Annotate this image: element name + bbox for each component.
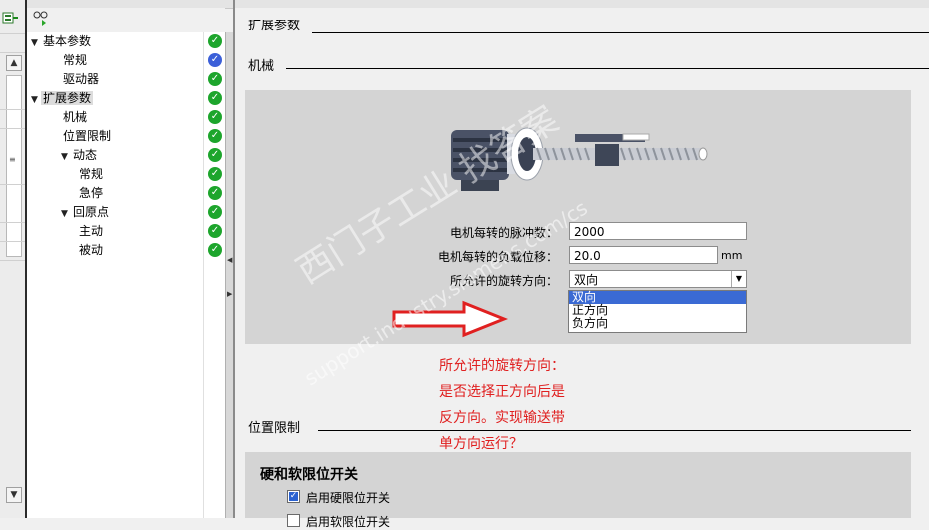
check-circle-icon: ✓ — [208, 34, 222, 48]
right-scrollbar[interactable] — [911, 90, 929, 518]
scroll-down-button[interactable]: ▼ — [6, 487, 22, 503]
check-circle-icon: ✓ — [208, 148, 222, 162]
check-circle-icon: ✓ — [208, 205, 222, 219]
tree-item-label: 基本参数 — [43, 34, 92, 48]
check-circle-icon: ✓ — [208, 243, 222, 257]
tree-item-label: 主动 — [79, 224, 104, 238]
tree-toolbar — [27, 8, 225, 32]
expand-arrow-icon[interactable]: ▼ — [61, 148, 71, 167]
section-title-mechanics: 机械 — [248, 59, 275, 74]
section-rule — [318, 430, 929, 431]
tree-item[interactable]: ▼ 基本参数 — [31, 32, 93, 51]
sw-limit-label: 启用软限位开关 — [306, 515, 391, 529]
check-circle-icon: ✓ — [208, 224, 222, 238]
network-icon[interactable] — [1, 10, 19, 28]
direction-dropdown-list: 双向 正方向 负方向 — [568, 290, 747, 333]
tree-item[interactable]: 常规 — [61, 51, 89, 70]
check-circle-icon: ✓ — [208, 72, 222, 86]
tree-item-label: 常规 — [79, 167, 104, 181]
status-column: ✓ ✓ ✓ ✓ ✓ ✓ ✓ ✓ ✓ ✓ ✓ ✓ — [203, 32, 226, 518]
device-view-icon[interactable] — [33, 10, 51, 28]
check-circle-icon: ✓ — [208, 186, 222, 200]
direction-option[interactable]: 负方向 — [569, 317, 746, 330]
tree-item[interactable]: 机械 — [61, 108, 89, 127]
hw-limit-checkbox[interactable]: ✓ — [287, 490, 300, 503]
annotation-line: 是否选择正方向后是 — [439, 384, 565, 400]
tree-item-label: 驱动器 — [63, 72, 100, 86]
direction-selected-value: 双向 — [574, 273, 599, 287]
tree-item[interactable]: 主动 — [77, 222, 105, 241]
tree-item-label: 被动 — [79, 243, 104, 257]
section-rule — [312, 32, 929, 33]
check-circle-blue-icon: ✓ — [208, 53, 222, 67]
section-rule — [286, 68, 929, 69]
expand-arrow-icon[interactable]: ▼ — [61, 205, 71, 224]
tree-item[interactable]: 被动 — [77, 241, 105, 260]
tree-item-label: 常规 — [63, 53, 88, 67]
check-circle-icon: ✓ — [208, 91, 222, 105]
tree-item-label: 急停 — [79, 186, 104, 200]
red-arrow-annotation — [392, 300, 509, 338]
tree-item[interactable]: ▼ 扩展参数 — [31, 89, 94, 110]
tree-item[interactable]: 驱动器 — [61, 70, 101, 89]
direction-select[interactable]: 双向 ▼ — [569, 270, 747, 288]
chevron-down-icon[interactable]: ▼ — [731, 271, 746, 287]
direction-label: 所允许的旋转方向： — [449, 274, 558, 288]
scroll-thumb[interactable] — [6, 75, 22, 257]
tree-item-label: 位置限制 — [63, 129, 112, 143]
section-title-position-limits: 位置限制 — [248, 421, 301, 436]
tree-item-label: 扩展参数 — [41, 91, 94, 105]
tree-item-label: 机械 — [63, 110, 88, 124]
limits-panel: 硬和软限位开关 ✓ 启用硬限位开关 启用软限位开关 — [245, 452, 911, 529]
annotation-line: 反方向。实现输送带 — [439, 410, 565, 426]
annotation-line: 所允许的旋转方向： — [439, 358, 565, 374]
load-per-rev-label: 电机每转的负载位移： — [437, 250, 558, 264]
pulses-per-rev-input[interactable]: 2000 — [569, 222, 747, 240]
check-circle-icon: ✓ — [208, 129, 222, 143]
tree-item[interactable]: 常规 — [77, 165, 105, 184]
grip-icon: ≡ — [9, 155, 16, 164]
hw-limit-label: 启用硬限位开关 — [306, 491, 391, 505]
section-title-extended: 扩展参数 — [248, 20, 301, 32]
sw-limit-checkbox[interactable] — [287, 514, 300, 527]
tree-item[interactable]: ▼ 动态 — [61, 146, 99, 165]
annotation-note: 所允许的旋转方向： 是否选择正方向后是 反方向。实现输送带 单方向运行？ — [439, 353, 565, 457]
check-icon: ✓ — [289, 491, 298, 501]
limit-switch-heading: 硬和软限位开关 — [260, 467, 358, 483]
tree-item[interactable]: 位置限制 — [61, 127, 113, 146]
tree-item-label: 回原点 — [73, 205, 110, 219]
tree-item-label: 动态 — [73, 148, 98, 162]
tree-item[interactable]: 急停 — [77, 184, 105, 203]
check-circle-icon: ✓ — [208, 110, 222, 124]
pulses-per-rev-label: 电机每转的脉冲数： — [449, 226, 558, 240]
load-per-rev-input[interactable]: 20.0 — [569, 246, 718, 264]
scroll-up-button[interactable]: ▲ — [6, 55, 22, 71]
motor-leadscrew-illustration — [451, 127, 708, 191]
tree-item[interactable]: ▼ 回原点 — [61, 203, 111, 222]
left-scroll-column: ▲ ≡ ▼ — [0, 0, 26, 518]
expand-arrow-icon[interactable]: ▼ — [31, 34, 41, 53]
expand-arrow-icon[interactable]: ▼ — [31, 91, 41, 110]
load-unit: mm — [721, 249, 743, 262]
check-circle-icon: ✓ — [208, 167, 222, 181]
navigation-tree: ▼ 基本参数 常规 驱动器 ▼ 扩展参数 机械 位置限制 ▼ 动态 常规 急停 ▼ 回原点 主动 被动 — [27, 32, 227, 518]
